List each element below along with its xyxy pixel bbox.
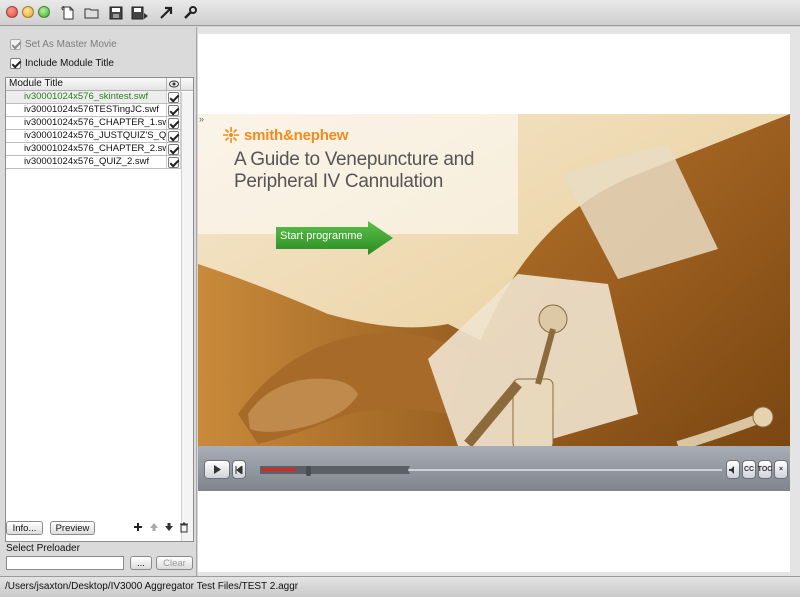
module-title-cell[interactable]: iv30001024x576TESTingJC.swf: [6, 104, 167, 116]
set-master-movie-checkbox[interactable]: Set As Master Movie: [10, 37, 117, 51]
save-as-icon[interactable]: [130, 3, 150, 23]
visibility-checkbox[interactable]: [168, 104, 179, 116]
add-icon[interactable]: [132, 521, 144, 533]
course-title-line-2: Peripheral IV Cannulation: [234, 171, 444, 192]
collapse-panel-toggle[interactable]: »: [199, 114, 204, 124]
include-module-title-label: Include Module Title: [25, 57, 114, 69]
visibility-checkbox[interactable]: [168, 156, 179, 168]
module-table-header: Module Title: [6, 78, 193, 91]
select-preloader-label: Select Preloader: [6, 543, 80, 554]
status-bar: /Users/jsaxton/Desktop/IV3000 Aggregator…: [0, 576, 800, 597]
visibility-checkbox[interactable]: [168, 117, 179, 129]
visibility-checkbox[interactable]: [168, 143, 179, 155]
visibility-checkbox-cell: [167, 104, 181, 116]
preloader-path-input[interactable]: [6, 556, 124, 570]
table-row[interactable]: iv30001024x576_skintest.swf: [6, 91, 193, 104]
module-title-column-header[interactable]: Module Title: [6, 78, 167, 90]
rewind-icon[interactable]: [232, 460, 246, 479]
trash-icon[interactable]: [178, 521, 190, 533]
module-title-cell[interactable]: iv30001024x576_QUIZ_2.swf: [6, 156, 167, 168]
visibility-checkbox-cell: [167, 130, 181, 142]
course-title: A Guide to Venepuncture and Peripheral I…: [234, 149, 474, 193]
checkbox-checked[interactable]: [10, 38, 21, 50]
set-master-movie-label: Set As Master Movie: [25, 38, 117, 50]
open-folder-icon[interactable]: [82, 3, 102, 23]
start-programme-button[interactable]: Start programme: [276, 221, 393, 255]
move-down-icon[interactable]: [163, 521, 175, 533]
save-icon[interactable]: [106, 3, 126, 23]
visibility-checkbox[interactable]: [168, 91, 179, 103]
visibility-checkbox-cell: [167, 143, 181, 155]
move-up-icon[interactable]: [148, 521, 160, 533]
table-row[interactable]: iv30001024x576_JUSTQUIZ'S_Q...: [6, 130, 193, 143]
module-title-cell[interactable]: iv30001024x576_skintest.swf: [6, 91, 167, 103]
wrench-icon[interactable]: [180, 3, 200, 23]
clear-preloader-button[interactable]: Clear: [156, 556, 193, 570]
publish-arrow-icon[interactable]: [156, 3, 176, 23]
module-title-cell[interactable]: iv30001024x576_JUSTQUIZ'S_Q...: [6, 130, 167, 142]
table-row[interactable]: iv30001024x576TESTingJC.swf: [6, 104, 193, 117]
table-row[interactable]: iv30001024x576_CHAPTER_2.swf: [6, 143, 193, 156]
player-controls: CC TOC ×: [198, 446, 790, 491]
vertical-scrollbar[interactable]: [181, 92, 193, 541]
visibility-checkbox-cell: [167, 117, 181, 129]
brand-name: smith&nephew: [244, 126, 349, 144]
volume-icon[interactable]: [726, 460, 740, 479]
progress-track[interactable]: [260, 464, 722, 476]
module-title-cell[interactable]: iv30001024x576_CHAPTER_2.swf: [6, 143, 167, 155]
start-programme-label: Start programme: [280, 230, 363, 242]
toc-button[interactable]: TOC: [758, 460, 772, 479]
minimize-window-button[interactable]: [22, 6, 34, 18]
window-toolbar: [0, 0, 800, 26]
checkbox-checked[interactable]: [10, 57, 21, 69]
preview-stage: » smith&nephew A Guide to Venepuncture a…: [198, 34, 790, 572]
close-window-button[interactable]: [6, 6, 18, 18]
file-path: /Users/jsaxton/Desktop/IV3000 Aggregator…: [5, 581, 299, 592]
visibility-checkbox-cell: [167, 156, 181, 168]
module-table: Module Title iv30001024x576_skintest.swf…: [5, 77, 194, 542]
browse-preloader-button[interactable]: ...: [130, 556, 152, 570]
module-title-cell[interactable]: iv30001024x576_CHAPTER_1.swf: [6, 117, 167, 129]
left-panel: Set As Master Movie Include Module Title…: [0, 27, 197, 576]
brand-logo: smith&nephew: [222, 126, 348, 144]
visibility-checkbox[interactable]: [168, 130, 179, 142]
visibility-checkbox-cell: [167, 91, 181, 103]
table-row[interactable]: iv30001024x576_QUIZ_2.swf: [6, 156, 193, 169]
preview-button[interactable]: Preview: [50, 521, 95, 535]
include-module-title-checkbox[interactable]: Include Module Title: [10, 56, 114, 70]
close-player-button[interactable]: ×: [774, 460, 788, 479]
play-icon[interactable]: [204, 460, 230, 479]
zoom-window-button[interactable]: [38, 6, 50, 18]
table-row[interactable]: iv30001024x576_CHAPTER_1.swf: [6, 117, 193, 130]
eye-icon[interactable]: [167, 78, 181, 90]
course-title-line-1: A Guide to Venepuncture and: [234, 149, 475, 170]
captions-button[interactable]: CC: [742, 460, 756, 479]
new-document-icon[interactable]: [58, 3, 78, 23]
brand-mark-icon: [223, 127, 239, 143]
info-button[interactable]: Info...: [6, 521, 43, 535]
